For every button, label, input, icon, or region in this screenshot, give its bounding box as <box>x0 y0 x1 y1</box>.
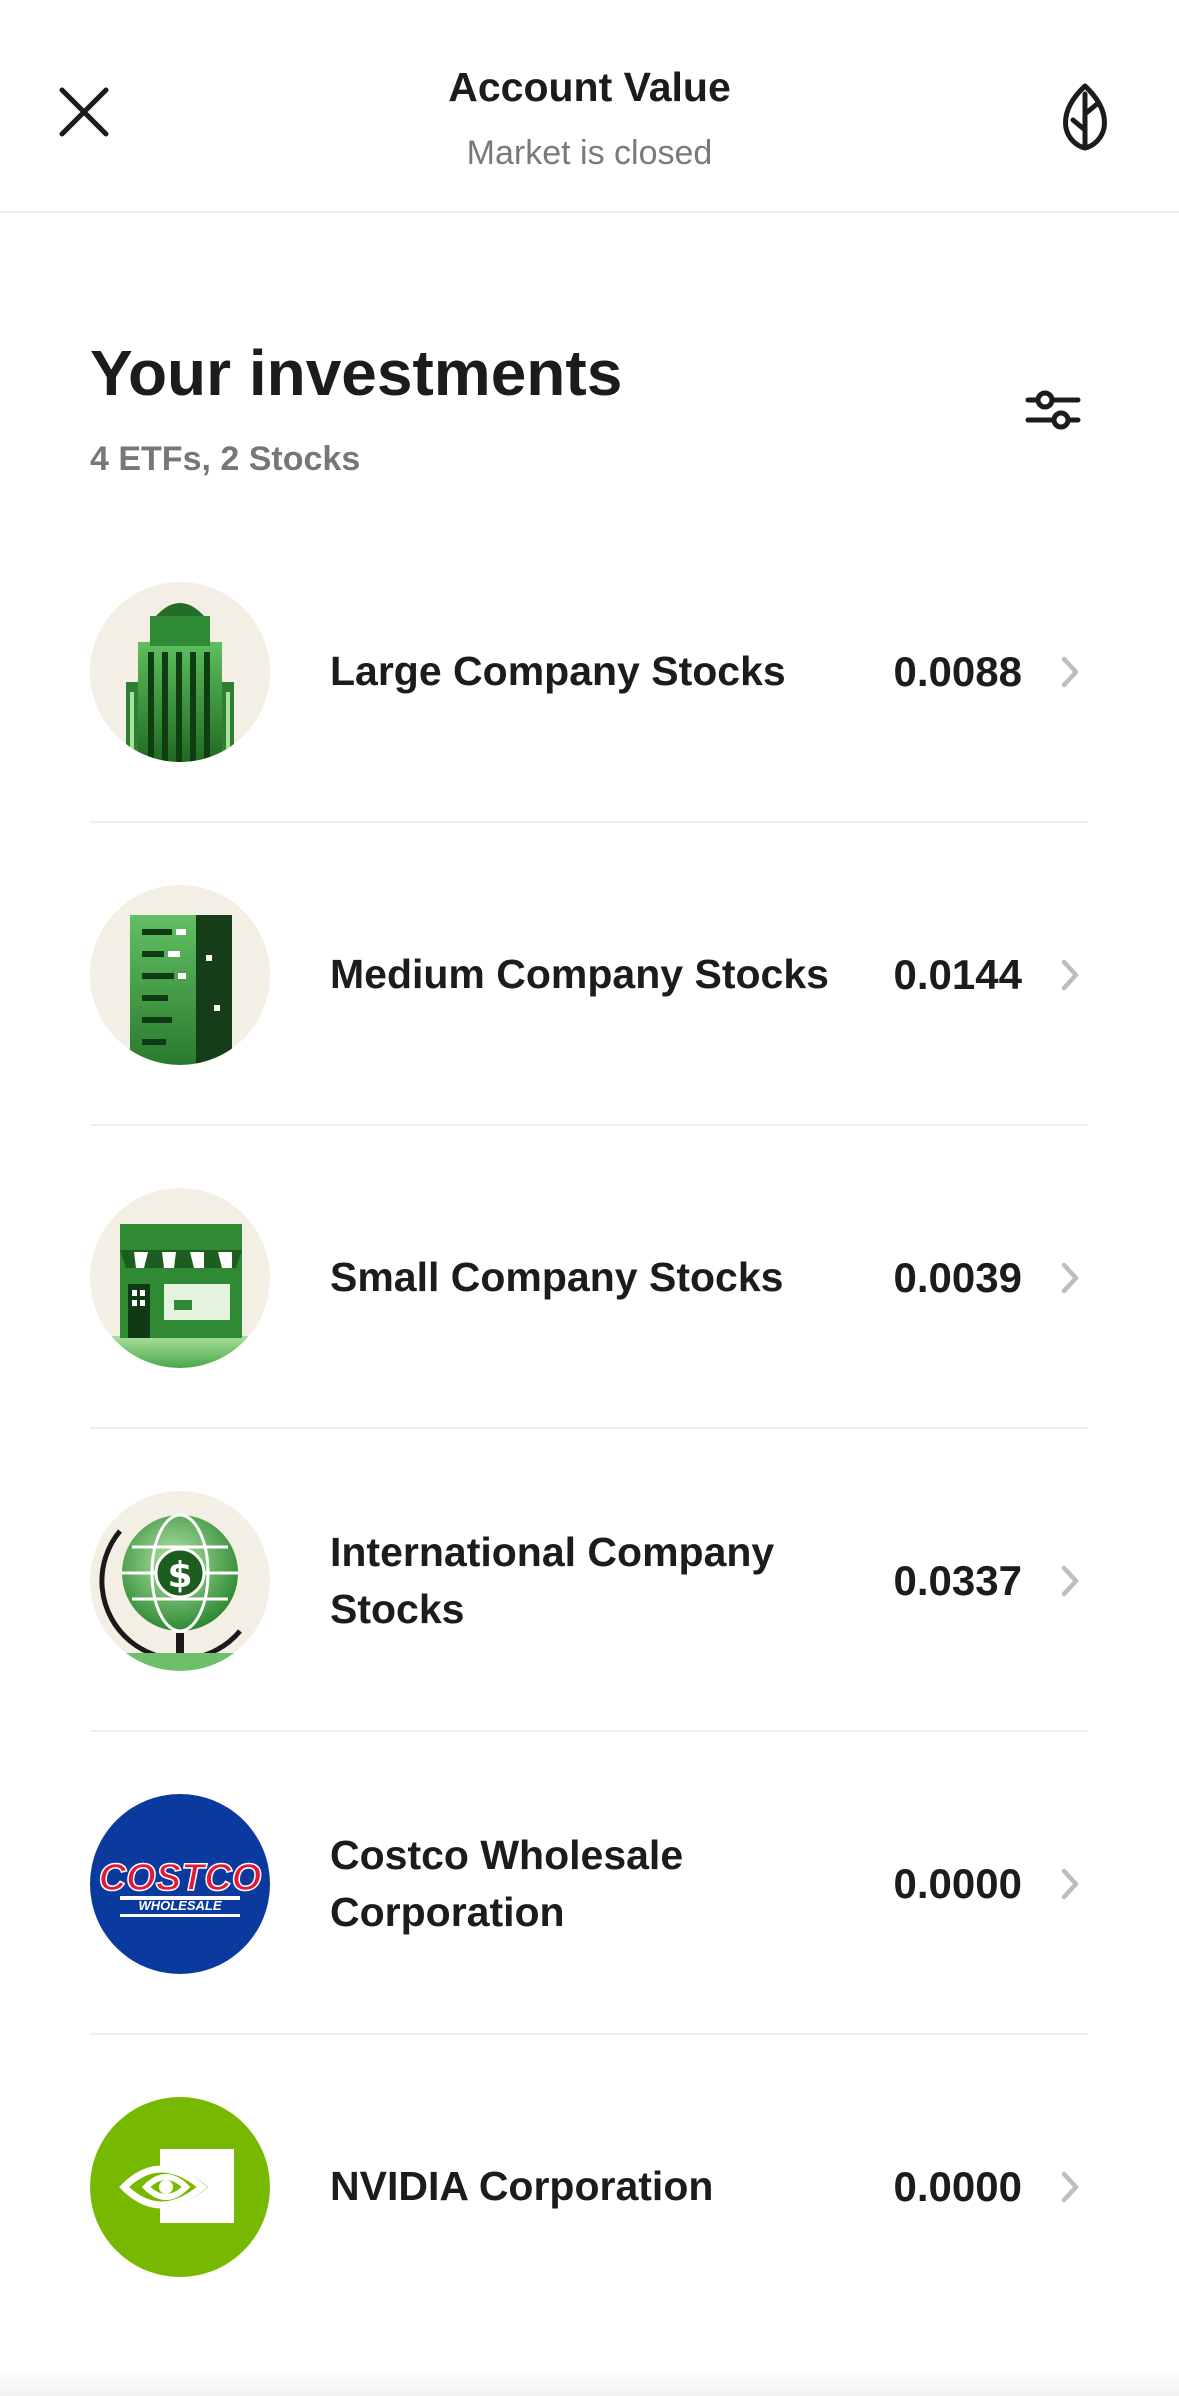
sliders-icon <box>1025 390 1081 430</box>
chevron-right-icon <box>1061 959 1079 991</box>
bottom-edge <box>0 2370 1179 2396</box>
svg-text:COSTCO: COSTCO <box>99 1857 262 1899</box>
investments-title: Your investments <box>90 337 623 409</box>
investment-value: 0.0000 <box>893 2162 1022 2210</box>
investment-name: NVIDIA Corporation <box>330 2163 714 2209</box>
investment-row-international-company[interactable]: $ International Company Stocks 0.0337 <box>90 1429 1088 1732</box>
leaf-icon <box>1063 83 1107 151</box>
skyscraper-icon <box>90 582 270 762</box>
chevron-right-icon <box>1061 2171 1079 2203</box>
investment-value: 0.0144 <box>893 950 1022 998</box>
page-title: Account Value <box>448 64 731 110</box>
svg-text:WHOLESALE: WHOLESALE <box>138 1898 221 1913</box>
investment-name: Costco Wholesale Corporation <box>330 1831 684 1935</box>
chevron-right-icon <box>1061 1565 1079 1597</box>
nvidia-logo <box>90 2097 270 2277</box>
investment-name: International Company Stocks <box>330 1528 775 1632</box>
storefront-icon <box>90 1188 270 1368</box>
svg-text:$: $ <box>167 1555 192 1596</box>
filter-button[interactable] <box>1025 386 1081 434</box>
investments-summary: 4 ETFs, 2 Stocks <box>90 440 361 478</box>
investment-row-costco[interactable]: COSTCO WHOLESALE Costco Wholesale Corpor… <box>90 1732 1088 2035</box>
chevron-right-icon <box>1061 1262 1079 1294</box>
investments-list: Large Company Stocks 0.0088 Medium Compa… <box>90 520 1088 2338</box>
chevron-right-icon <box>1061 1868 1079 1900</box>
investment-row-large-company[interactable]: Large Company Stocks 0.0088 <box>90 520 1088 823</box>
investment-row-medium-company[interactable]: Medium Company Stocks 0.0144 <box>90 823 1088 1126</box>
investment-value: 0.0039 <box>893 1253 1022 1301</box>
costco-logo: COSTCO WHOLESALE <box>90 1794 270 1974</box>
sustainability-button[interactable] <box>1052 80 1118 152</box>
investment-row-small-company[interactable]: Small Company Stocks 0.0039 <box>90 1126 1088 1429</box>
investment-value: 0.0088 <box>893 647 1022 695</box>
investment-name: Small Company Stocks <box>330 1254 784 1300</box>
globe-dollar-icon: $ <box>90 1491 270 1671</box>
investment-name: Large Company Stocks <box>330 648 786 694</box>
office-building-icon <box>90 885 270 1065</box>
investment-row-nvidia[interactable]: NVIDIA Corporation 0.0000 <box>90 2035 1088 2338</box>
chevron-right-icon <box>1061 656 1079 688</box>
market-status: Market is closed <box>466 134 713 172</box>
investment-value: 0.0337 <box>893 1556 1022 1604</box>
investment-value: 0.0000 <box>893 1859 1022 1907</box>
header-bar: Account Value Market is closed <box>0 0 1179 213</box>
investment-name: Medium Company Stocks <box>330 951 829 997</box>
